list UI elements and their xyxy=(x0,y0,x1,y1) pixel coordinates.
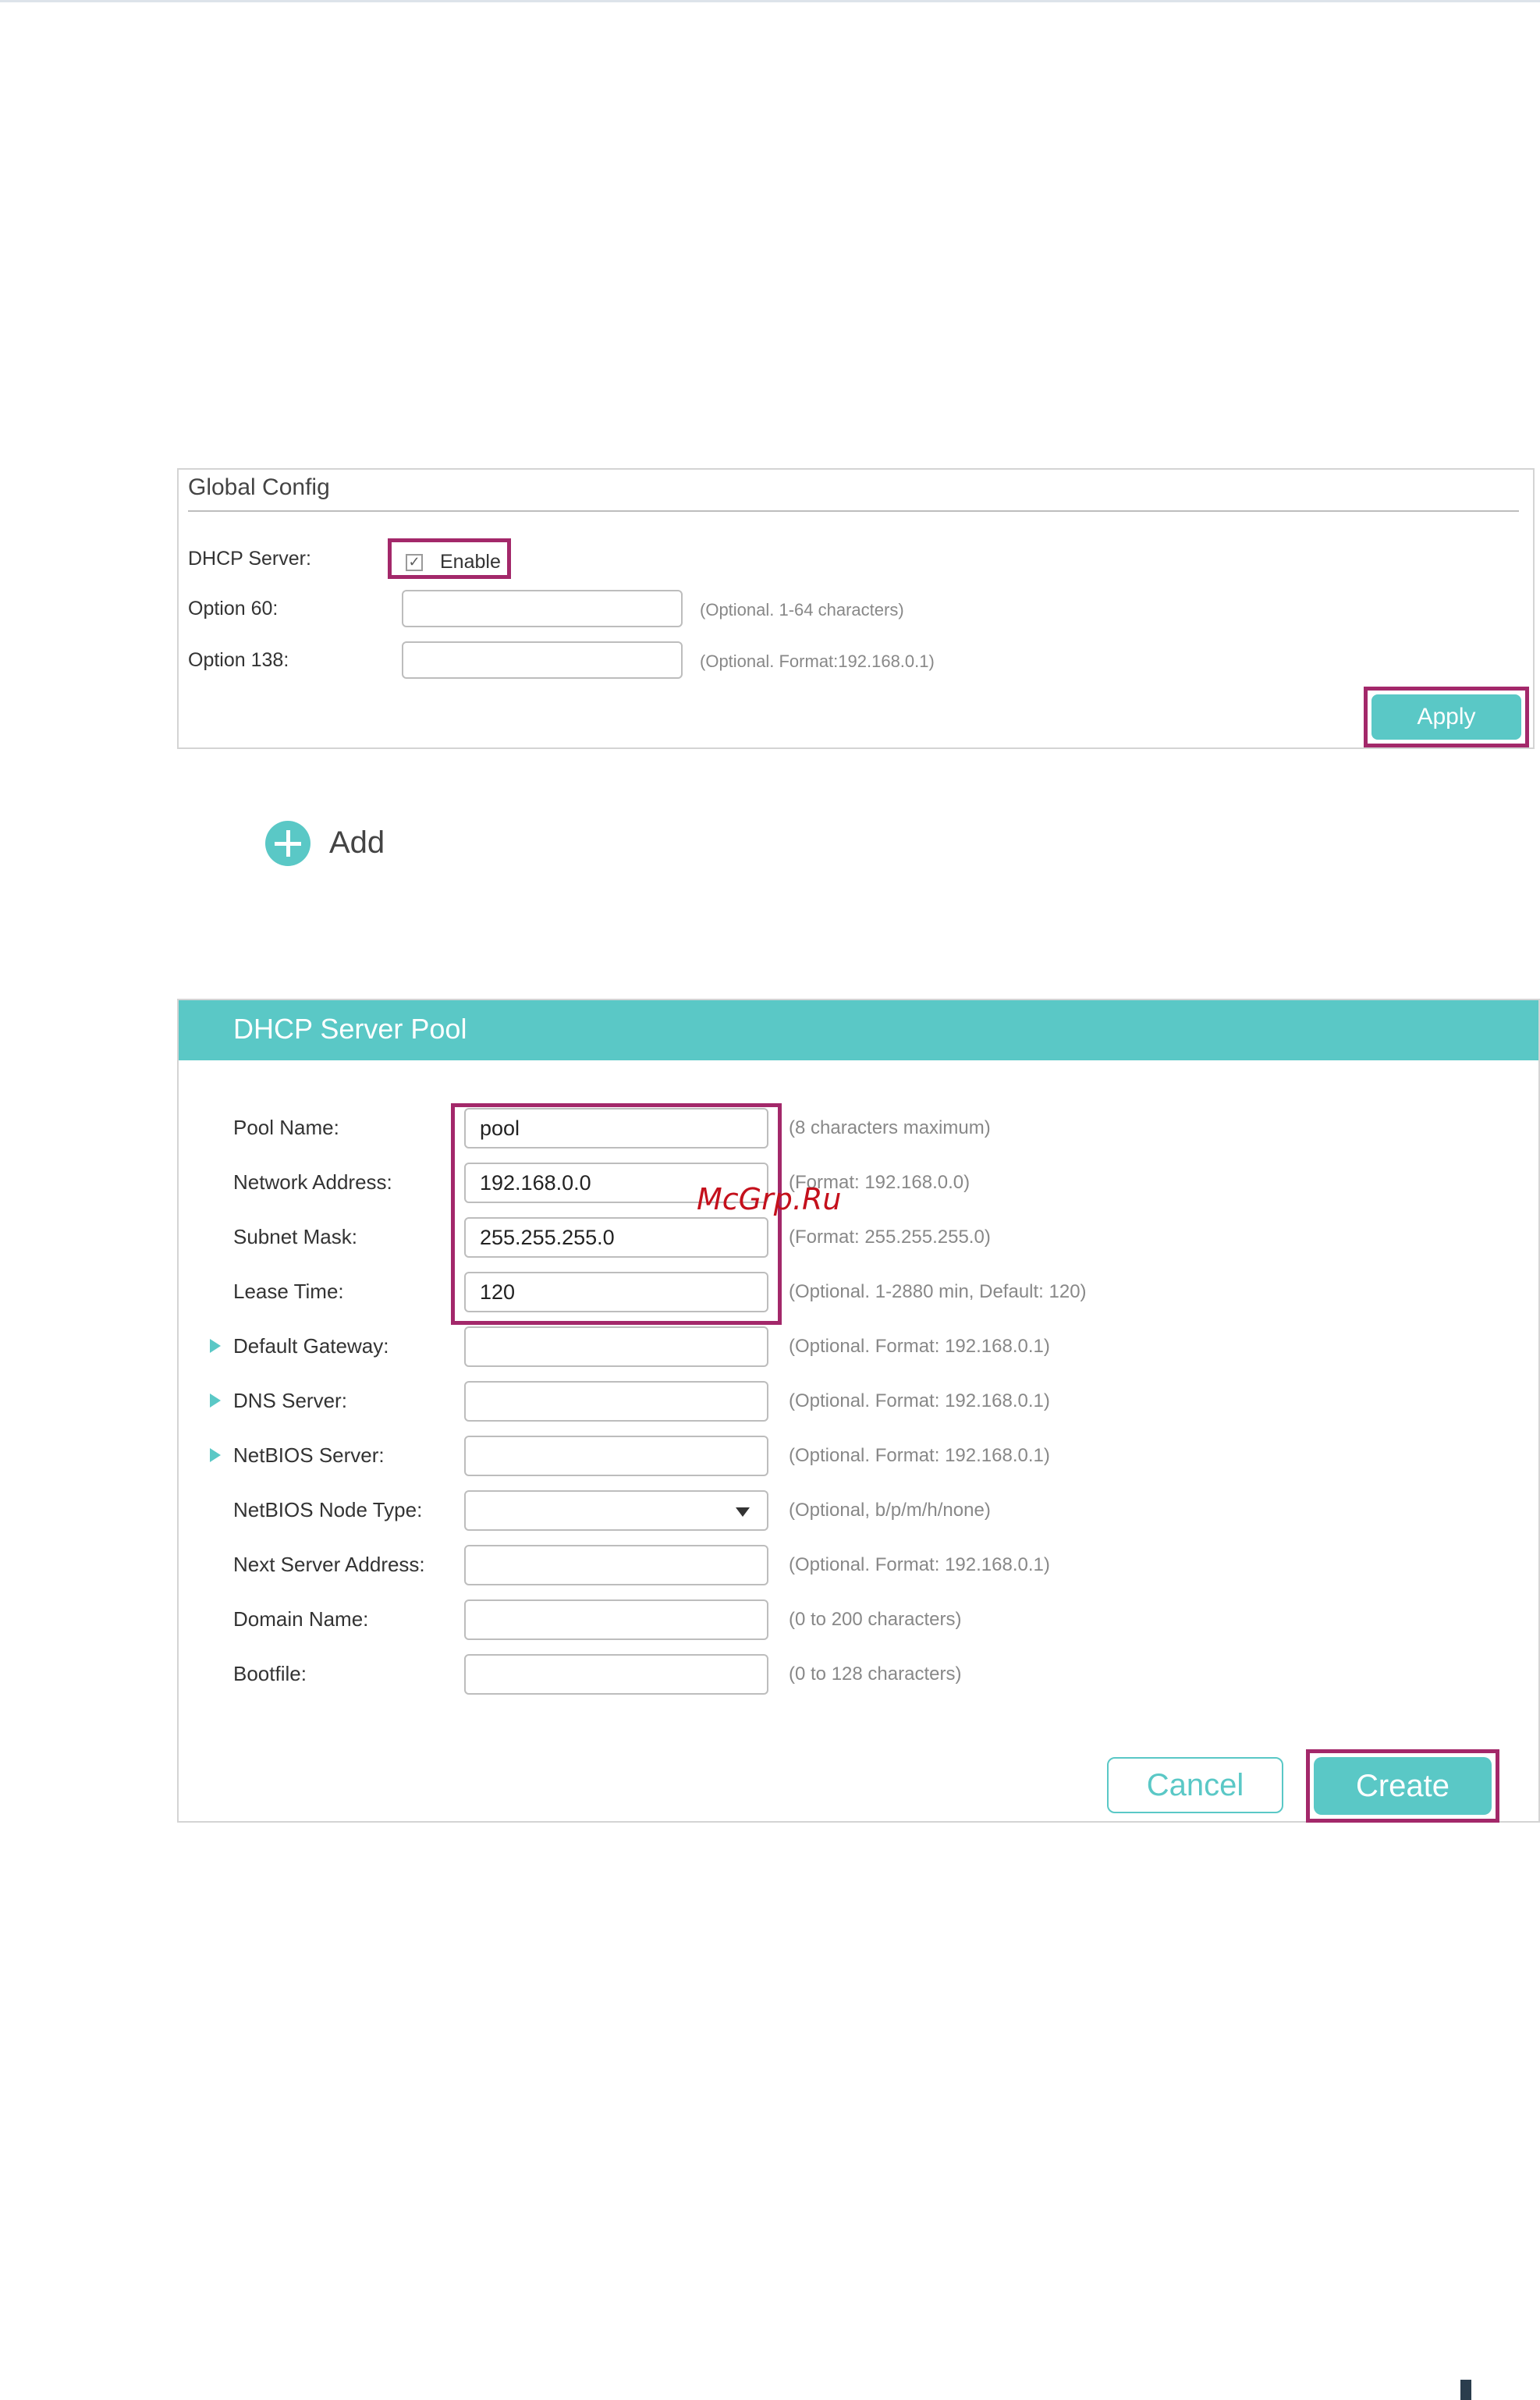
expand-dns-icon[interactable] xyxy=(210,1393,221,1408)
option60-hint: (Optional. 1-64 characters) xyxy=(700,600,904,620)
pool-title: DHCP Server Pool xyxy=(233,1013,467,1045)
netbios-node-type-label: NetBIOS Node Type: xyxy=(233,1498,423,1521)
option138-label: Option 138: xyxy=(188,649,289,671)
dns-server-label: DNS Server: xyxy=(233,1389,347,1412)
top-divider xyxy=(0,0,1540,2)
default-gateway-label: Default Gateway: xyxy=(233,1334,389,1358)
bootfile-label: Bootfile: xyxy=(233,1662,307,1685)
option60-input[interactable] xyxy=(402,590,683,627)
dns-server-hint: (Optional. Format: 192.168.0.1) xyxy=(789,1390,1050,1411)
option60-label: Option 60: xyxy=(188,598,279,620)
create-button[interactable]: Create xyxy=(1314,1757,1492,1815)
plus-circle-icon xyxy=(265,821,310,866)
pool-header: DHCP Server Pool xyxy=(179,1000,1538,1060)
domain-name-input[interactable] xyxy=(464,1599,768,1640)
watermark: McGrp.Ru xyxy=(697,1182,842,1216)
option138-input[interactable] xyxy=(402,641,683,679)
default-gateway-hint: (Optional. Format: 192.168.0.1) xyxy=(789,1336,1050,1357)
dhcp-server-label: DHCP Server: xyxy=(188,548,311,570)
pool-name-label: Pool Name: xyxy=(233,1116,339,1139)
check-icon: ✓ xyxy=(408,554,420,570)
netbios-node-type-select[interactable] xyxy=(464,1490,768,1531)
enable-highlight: ✓ Enable xyxy=(388,538,511,579)
netbios-node-type-hint: (Optional, b/p/m/h/none) xyxy=(789,1500,991,1521)
bootfile-input[interactable] xyxy=(464,1654,768,1695)
default-gateway-input[interactable] xyxy=(464,1326,768,1367)
network-address-label: Network Address: xyxy=(233,1170,392,1194)
global-config-panel: Global Config DHCP Server: ✓ Enable Opti… xyxy=(177,468,1535,749)
next-server-address-input[interactable] xyxy=(464,1545,768,1585)
dns-server-input[interactable] xyxy=(464,1381,768,1422)
enable-checkbox[interactable]: ✓ xyxy=(406,554,423,571)
next-server-address-hint: (Optional. Format: 192.168.0.1) xyxy=(789,1554,1050,1575)
subnet-mask-hint: (Format: 255.255.255.0) xyxy=(789,1227,991,1248)
cancel-button[interactable]: Cancel xyxy=(1107,1757,1283,1813)
next-server-address-label: Next Server Address: xyxy=(233,1553,425,1576)
domain-name-hint: (0 to 200 characters) xyxy=(789,1609,962,1630)
netbios-server-input[interactable] xyxy=(464,1436,768,1476)
lease-time-label: Lease Time: xyxy=(233,1280,344,1303)
caret-down-icon xyxy=(736,1507,750,1517)
title-divider xyxy=(188,510,1519,512)
pool-name-hint: (8 characters maximum) xyxy=(789,1117,991,1138)
domain-name-label: Domain Name: xyxy=(233,1607,369,1631)
page-corner-mark xyxy=(1460,2380,1471,2400)
expand-netbios-icon[interactable] xyxy=(210,1448,221,1462)
netbios-server-hint: (Optional. Format: 192.168.0.1) xyxy=(789,1445,1050,1466)
subnet-mask-label: Subnet Mask: xyxy=(233,1225,357,1248)
expand-gateway-icon[interactable] xyxy=(210,1339,221,1353)
option138-hint: (Optional. Format:192.168.0.1) xyxy=(700,651,935,671)
netbios-server-label: NetBIOS Server: xyxy=(233,1443,385,1467)
global-config-title: Global Config xyxy=(188,474,330,500)
lease-time-hint: (Optional. 1-2880 min, Default: 120) xyxy=(789,1281,1087,1302)
dhcp-server-pool-panel: DHCP Server Pool Pool Name: pool (8 char… xyxy=(177,999,1540,1823)
bootfile-hint: (0 to 128 characters) xyxy=(789,1663,962,1685)
add-label: Add xyxy=(329,825,385,860)
enable-label: Enable xyxy=(440,551,501,573)
apply-button[interactable]: Apply xyxy=(1371,694,1521,740)
